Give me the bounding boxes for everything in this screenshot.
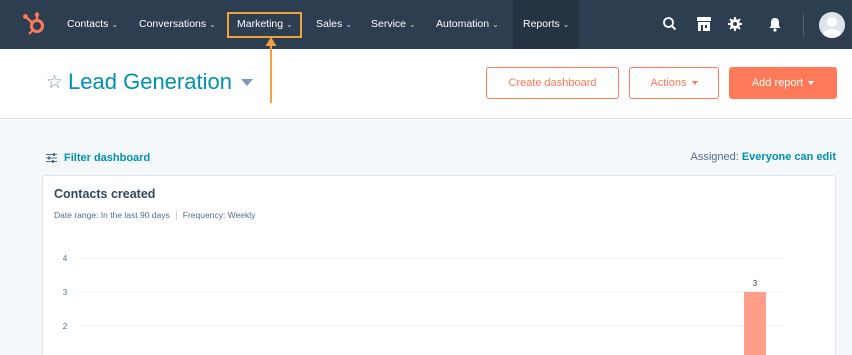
star-icon[interactable]: ☆ xyxy=(46,71,63,94)
bell-icon[interactable] xyxy=(766,15,784,33)
nav-item-automation[interactable]: Automation ⌄ xyxy=(436,0,499,49)
nav-item-label: Sales xyxy=(316,18,343,30)
nav-item-label: Conversations xyxy=(139,18,207,30)
actions-label: Actions xyxy=(650,77,687,89)
date-range-text: Date range: In the last 90 days xyxy=(54,210,170,220)
actions-button[interactable]: Actions xyxy=(629,67,719,99)
y-tick-label: 3 xyxy=(63,288,68,297)
add-report-label: Add report xyxy=(751,77,804,89)
meta-separator xyxy=(175,211,177,221)
filter-dashboard-button[interactable]: Filter dashboard xyxy=(46,151,150,165)
marketing-highlight-box xyxy=(227,12,302,38)
annotation-arrow-icon xyxy=(265,37,277,103)
nav-item-label: Reports xyxy=(523,18,560,30)
chevron-down-icon: ⌄ xyxy=(562,20,570,29)
create-dashboard-button[interactable]: Create dashboard xyxy=(486,67,619,99)
nav-item-service[interactable]: Service ⌄ xyxy=(371,0,416,49)
nav-item-label: Service xyxy=(371,18,407,30)
bar[interactable] xyxy=(744,292,766,355)
user-avatar-icon[interactable] xyxy=(819,12,845,38)
chevron-down-icon: ⌄ xyxy=(345,20,352,29)
nav-item-label: Automation xyxy=(436,18,490,30)
chevron-down-icon: ⌄ xyxy=(209,20,216,29)
assigned-value-link[interactable]: Everyone can edit xyxy=(742,151,836,163)
dashboard-title-selector[interactable]: ☆ Lead Generation xyxy=(46,66,253,98)
dashboard-header: ☆ Lead Generation Create dashboard Actio… xyxy=(0,49,852,119)
report-card: Contacts created Date range: In the last… xyxy=(42,175,836,355)
caret-down-icon xyxy=(240,78,253,86)
nav-item-contacts[interactable]: Contacts ⌄ xyxy=(67,0,118,49)
add-report-button[interactable]: Add report xyxy=(729,67,837,99)
bar-data-label: 3 xyxy=(753,279,758,288)
gear-icon[interactable] xyxy=(726,15,744,33)
y-tick-label: 4 xyxy=(63,254,68,263)
filter-dashboard-label: Filter dashboard xyxy=(64,152,151,164)
nav-item-conversations[interactable]: Conversations ⌄ xyxy=(139,0,216,49)
hubspot-logo-icon[interactable] xyxy=(22,11,48,37)
report-title[interactable]: Contacts created xyxy=(54,187,155,201)
caret-down-icon xyxy=(808,81,815,86)
chevron-down-icon: ⌄ xyxy=(111,20,119,29)
filter-sliders-icon xyxy=(46,153,57,163)
chevron-down-icon: ⌄ xyxy=(409,20,416,29)
nav-item-label: Contacts xyxy=(67,18,109,30)
assigned-label: Assigned: xyxy=(690,151,739,163)
nav-divider xyxy=(803,13,804,37)
page-title: Lead Generation xyxy=(68,69,232,94)
create-dashboard-label: Create dashboard xyxy=(508,77,597,89)
report-meta: Date range: In the last 90 days Frequency… xyxy=(54,210,256,221)
nav-item-reports[interactable]: Reports ⌄ xyxy=(513,0,580,49)
search-icon[interactable] xyxy=(661,15,679,33)
assigned-info: Assigned: Everyone can edit xyxy=(691,151,836,163)
marketplace-icon[interactable] xyxy=(695,15,713,33)
hubspot-dashboard-page: Contacts ⌄ Conversations ⌄ Marketing ⌄ Sale… xyxy=(0,0,852,355)
contacts-created-chart: 4 3 2 3 xyxy=(63,254,785,355)
y-tick-label: 2 xyxy=(63,322,68,331)
avatar-silhouette-icon xyxy=(823,17,841,38)
frequency-text: Frequency: Weekly xyxy=(182,210,256,220)
chevron-down-icon: ⌄ xyxy=(492,20,499,29)
nav-item-sales[interactable]: Sales ⌄ xyxy=(316,0,352,49)
top-navigation-bar: Contacts ⌄ Conversations ⌄ Marketing ⌄ Sale… xyxy=(0,0,852,49)
caret-down-icon xyxy=(691,81,698,86)
